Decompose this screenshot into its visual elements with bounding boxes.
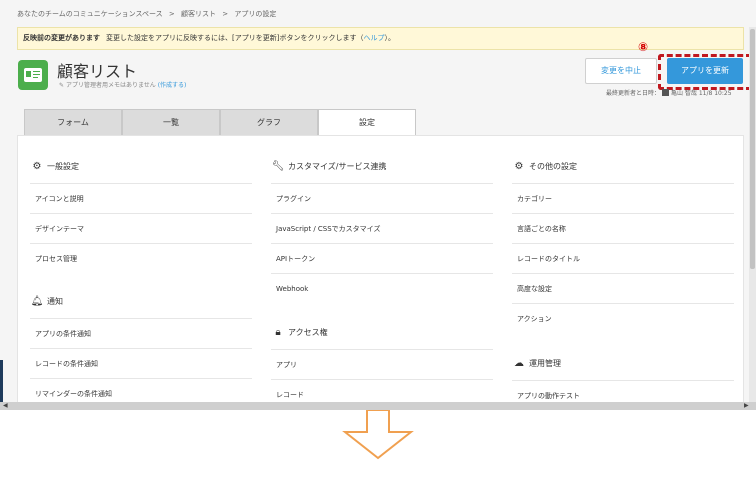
notice-text: 変更した設定をアプリに反映するには、[アプリを更新]ボタンをクリックします（ bbox=[106, 34, 364, 42]
scroll-right-icon[interactable]: ▶ bbox=[744, 402, 749, 410]
section-title: 運用管理 bbox=[529, 359, 561, 368]
app-settings-screen: あなたのチームのコミュニケーションスペース > 顧客リスト > アプリの設定 反… bbox=[0, 0, 756, 410]
user-icon bbox=[662, 89, 670, 96]
gears-icon: ⚙ bbox=[514, 161, 524, 172]
section-other: ⚙ その他の設定 bbox=[512, 152, 577, 182]
bell-icon: 🔔︎ bbox=[30, 296, 44, 307]
cloud-check-icon: ☁ bbox=[514, 358, 524, 369]
settings-panel: ⚙ 一般設定 アイコンと説明 デザインテーマ プロセス管理 🔔︎ 通知 アプリの条件… bbox=[17, 135, 744, 410]
help-link[interactable]: ヘルプ bbox=[363, 34, 384, 42]
contact-card-icon bbox=[18, 60, 48, 90]
breadcrumb-app[interactable]: 顧客リスト bbox=[181, 10, 216, 18]
lock-icon: 🔒︎ bbox=[275, 327, 281, 338]
settings-link-actions[interactable]: アクション bbox=[512, 303, 734, 333]
breadcrumb-separator: > bbox=[222, 10, 229, 18]
tab-graph[interactable]: グラフ bbox=[220, 109, 318, 135]
settings-link-advanced[interactable]: 高度な設定 bbox=[512, 273, 734, 303]
settings-link-localized-names[interactable]: 言語ごとの名称 bbox=[512, 213, 734, 243]
settings-link-process-management[interactable]: プロセス管理 bbox=[30, 243, 252, 273]
tab-list[interactable]: 一覧 bbox=[122, 109, 220, 135]
notice-title: 反映前の変更があります bbox=[23, 34, 100, 42]
settings-link-record-title[interactable]: レコードのタイトル bbox=[512, 243, 734, 273]
cancel-changes-button[interactable]: 変更を中止 bbox=[585, 58, 657, 84]
gear-icon: ⚙ bbox=[32, 161, 42, 172]
step-marker: ⑧ bbox=[638, 40, 649, 54]
settings-link-webhook[interactable]: Webhook bbox=[271, 273, 493, 303]
breadcrumb-space[interactable]: あなたのチームのコミュニケーションスペース bbox=[17, 10, 163, 18]
last-updated-user[interactable]: 亀山 智哉 bbox=[671, 90, 697, 97]
settings-link-api-token[interactable]: APIトークン bbox=[271, 243, 493, 273]
section-general: ⚙ 一般設定 bbox=[30, 152, 79, 182]
section-title: 通知 bbox=[47, 297, 63, 306]
memo-text: アプリ管理者用メモはありません bbox=[65, 82, 156, 89]
create-memo-link[interactable]: (作成する) bbox=[158, 82, 187, 89]
window-edge bbox=[0, 360, 3, 402]
horizontal-scrollbar[interactable]: ◀ ▶ bbox=[0, 402, 756, 410]
settings-link-js-css[interactable]: JavaScript / CSSでカスタマイズ bbox=[271, 213, 493, 243]
settings-link-icon-description[interactable]: アイコンと説明 bbox=[30, 183, 252, 213]
settings-link-design-theme[interactable]: デザインテーマ bbox=[30, 213, 252, 243]
breadcrumb-current: アプリの設定 bbox=[234, 10, 277, 18]
section-title: その他の設定 bbox=[529, 162, 577, 171]
settings-link-category[interactable]: カテゴリー bbox=[512, 183, 734, 213]
wrench-icon: 🔧︎ bbox=[271, 161, 285, 172]
last-updated: 最終更新者と日時： 亀山 智哉 11/8 10:25 bbox=[606, 88, 732, 97]
breadcrumb: あなたのチームのコミュニケーションスペース > 顧客リスト > アプリの設定 bbox=[17, 9, 280, 19]
breadcrumb-separator: > bbox=[168, 10, 175, 18]
settings-link-record-notifications[interactable]: レコードの条件通知 bbox=[30, 348, 252, 378]
section-access: 🔒︎ アクセス権 bbox=[271, 318, 328, 348]
app-title: 顧客リスト bbox=[57, 62, 138, 81]
update-button-highlight bbox=[658, 54, 752, 90]
last-updated-label: 最終更新者と日時： bbox=[606, 90, 661, 97]
section-notifications: 🔔︎ 通知 bbox=[30, 287, 63, 317]
section-title: 一般設定 bbox=[47, 162, 79, 171]
settings-link-plugins[interactable]: プラグイン bbox=[271, 183, 493, 213]
vertical-scrollbar[interactable] bbox=[749, 27, 756, 402]
section-title: カスタマイズ/サービス連携 bbox=[288, 162, 387, 171]
notice-end: ）。 bbox=[384, 34, 395, 42]
down-arrow-icon bbox=[342, 410, 414, 460]
scroll-left-icon[interactable]: ◀ bbox=[3, 402, 8, 410]
scrollbar-thumb[interactable] bbox=[750, 29, 755, 269]
section-operations: ☁ 運用管理 bbox=[512, 349, 561, 379]
tab-settings[interactable]: 設定 bbox=[318, 109, 416, 136]
settings-link-app-notifications[interactable]: アプリの条件通知 bbox=[30, 318, 252, 348]
settings-link-app-permissions[interactable]: アプリ bbox=[271, 349, 493, 379]
pending-changes-notice: 反映前の変更があります 変更した設定をアプリに反映するには、[アプリを更新]ボタン… bbox=[17, 27, 744, 50]
memo-icon: ✎ bbox=[59, 82, 65, 89]
last-updated-datetime: 11/8 10:25 bbox=[698, 90, 732, 97]
section-title: アクセス権 bbox=[288, 328, 328, 337]
app-memo: ✎ アプリ管理者用メモはありません (作成する) bbox=[59, 80, 186, 89]
section-customize: 🔧︎ カスタマイズ/サービス連携 bbox=[271, 152, 387, 182]
tab-form[interactable]: フォーム bbox=[24, 109, 122, 135]
